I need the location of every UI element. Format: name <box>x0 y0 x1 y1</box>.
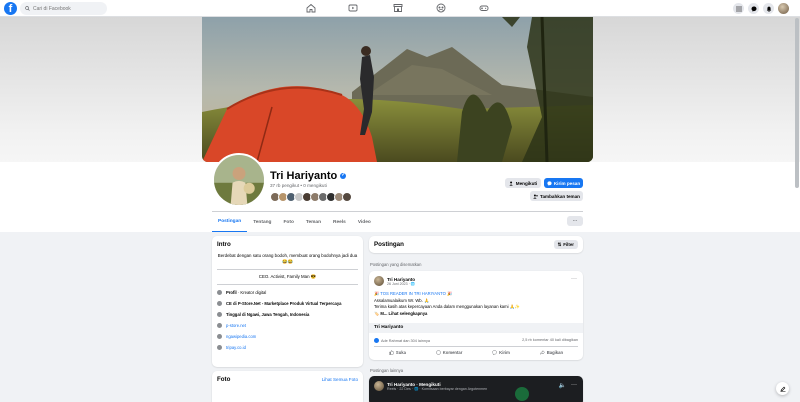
verified-badge-icon <box>340 172 347 179</box>
profile-name: Tri Hariyanto <box>270 170 347 182</box>
bio-text: Berdebat dengan satu orang bodoh, membua… <box>217 253 358 264</box>
add-friend-icon <box>533 194 538 199</box>
send-message-button[interactable]: Kirim pesan <box>544 178 583 188</box>
profile-picture[interactable] <box>212 153 266 207</box>
photos-title: Foto <box>217 376 231 383</box>
see-more-link[interactable]: 🏷️ M... Lihat selengkapnya <box>374 311 574 318</box>
tab-videos[interactable]: Video <box>352 212 377 232</box>
add-friend-button[interactable]: Tambahkan teman <box>530 191 583 201</box>
post-link-preview[interactable]: Tri Hariyanto <box>369 323 583 333</box>
link-icon <box>217 323 222 328</box>
post-actions: Suka Komentar Kirim Bagikan <box>374 346 578 355</box>
photos-card: Foto Lihat Semua Foto <box>212 371 363 402</box>
profile-name-text: Tri Hariyanto <box>270 170 338 182</box>
facebook-logo[interactable]: f <box>4 2 17 15</box>
send-button[interactable]: Kirim <box>492 350 510 355</box>
video-post[interactable]: Tri Hariyanto · Mengikuti Reels · 22 Des… <box>369 376 583 402</box>
friend-avatars[interactable] <box>270 192 352 202</box>
person-check-icon <box>509 181 513 186</box>
video-meta: Reels · 22 Des · 🌐 · Komitsaan berbayar … <box>387 386 488 391</box>
tagline-text: CEO. Activist, Family Man 😎 <box>258 273 317 279</box>
info-row-link-2: ngawipedia.com <box>217 334 358 339</box>
posts-title: Postingan <box>374 241 404 248</box>
filter-button[interactable]: ⇅ Filter <box>553 240 578 249</box>
tab-reels[interactable]: Reels <box>327 212 352 232</box>
intro-card: Intro Berdebat dengan satu orang bodoh, … <box>212 236 363 367</box>
video-controls: 🔈 ··· <box>559 382 577 389</box>
tagline-divider <box>217 283 358 284</box>
share-icon <box>539 350 545 355</box>
post-author[interactable]: Tri Hariyanto <box>387 277 415 282</box>
like-reaction-icon <box>374 338 379 343</box>
follower-stats[interactable]: 37 rb pengikut • 0 mengikuti <box>270 183 327 188</box>
gaming-icon[interactable] <box>479 3 489 13</box>
tab-posts[interactable]: Postingan <box>212 212 248 232</box>
marketplace-icon[interactable] <box>393 3 403 13</box>
profile-tabs: Postingan Tentang Foto Teman Reels Video <box>212 212 377 232</box>
pinned-label: Postingan yang disematkan <box>370 262 422 267</box>
video-avatar[interactable] <box>374 381 384 391</box>
friend-avatar[interactable] <box>342 192 352 202</box>
work-icon <box>217 301 222 306</box>
menu-grid-icon[interactable] <box>733 3 744 14</box>
post-reactions[interactable]: Ade Rahmat dan 304 lainnya <box>374 338 430 343</box>
search-bar[interactable] <box>20 2 107 15</box>
bell-icon[interactable] <box>763 3 774 14</box>
tab-friends[interactable]: Teman <box>300 212 327 232</box>
more-options-button[interactable]: ··· <box>567 216 583 226</box>
video-thumbnail-logo <box>515 387 529 401</box>
like-button[interactable]: Suka <box>389 350 406 355</box>
filter-icon: ⇅ <box>557 241 562 247</box>
new-message-button[interactable] <box>776 382 789 395</box>
link-icon <box>217 334 222 339</box>
pinned-post: Tri Hariyanto 26 Juni 2023 · 🌐 ··· 🎉 TOS… <box>369 271 583 360</box>
search-icon <box>25 6 30 11</box>
search-input[interactable] <box>33 5 103 12</box>
video-header: Tri Hariyanto · Mengikuti Reels · 22 Des… <box>374 381 487 391</box>
posts-header-card: Postingan ⇅ Filter <box>369 236 583 253</box>
volume-icon[interactable]: 🔈 <box>559 382 566 389</box>
page-scrollbar[interactable] <box>795 18 799 188</box>
groups-icon[interactable] <box>436 3 446 13</box>
intro-title: Intro <box>217 241 231 248</box>
comment-icon <box>436 350 441 355</box>
cover-photo[interactable] <box>202 17 593 162</box>
messenger-icon <box>547 180 552 186</box>
video-options-icon[interactable]: ··· <box>571 382 577 389</box>
see-all-photos-link[interactable]: Lihat Semua Foto <box>322 377 358 382</box>
post-counts[interactable]: 2,5 rb komentar 40 kali dibagikan <box>522 338 578 342</box>
post-avatar[interactable] <box>374 276 384 286</box>
messenger-icon[interactable] <box>748 3 759 14</box>
post-header: Tri Hariyanto 26 Juni 2023 · 🌐 <box>374 276 415 286</box>
following-button[interactable]: Mengikuti <box>505 178 541 188</box>
profile-header <box>0 162 800 232</box>
post-text: 🎉 TOS READER IN TRI HARIYANTO 🎉 Assalamu… <box>374 291 574 317</box>
top-navigation: f <box>0 0 800 17</box>
info-row-profile: Profil · Kreator digital <box>217 290 358 295</box>
account-avatar[interactable] <box>778 3 789 14</box>
link-icon <box>217 345 222 350</box>
video-icon[interactable] <box>348 3 358 13</box>
compose-icon <box>780 386 785 392</box>
share-button[interactable]: Bagikan <box>539 350 563 355</box>
send-icon <box>492 350 497 355</box>
info-row-location: Tinggal di Ngawi, Jawa Tengah, Indonesia <box>217 312 358 317</box>
bio-divider <box>217 269 358 270</box>
comment-button[interactable]: Komentar <box>436 350 462 355</box>
info-row-link-3: tripay.co.id <box>217 345 358 350</box>
tab-about[interactable]: Tentang <box>247 212 277 232</box>
info-row-work: CE di P-Store.Net - Marketplace Produk V… <box>217 301 358 306</box>
home-location-icon <box>217 312 222 317</box>
thumbs-up-icon <box>389 350 394 355</box>
post-options-icon[interactable]: ··· <box>571 276 577 282</box>
info-icon <box>217 290 222 295</box>
tab-photos[interactable]: Foto <box>278 212 300 232</box>
info-row-link-1: p-store.net <box>217 323 358 328</box>
home-icon[interactable] <box>306 3 316 13</box>
other-posts-label: Postingan lainnya <box>370 368 404 373</box>
post-date[interactable]: 26 Juni 2023 · 🌐 <box>387 282 415 286</box>
